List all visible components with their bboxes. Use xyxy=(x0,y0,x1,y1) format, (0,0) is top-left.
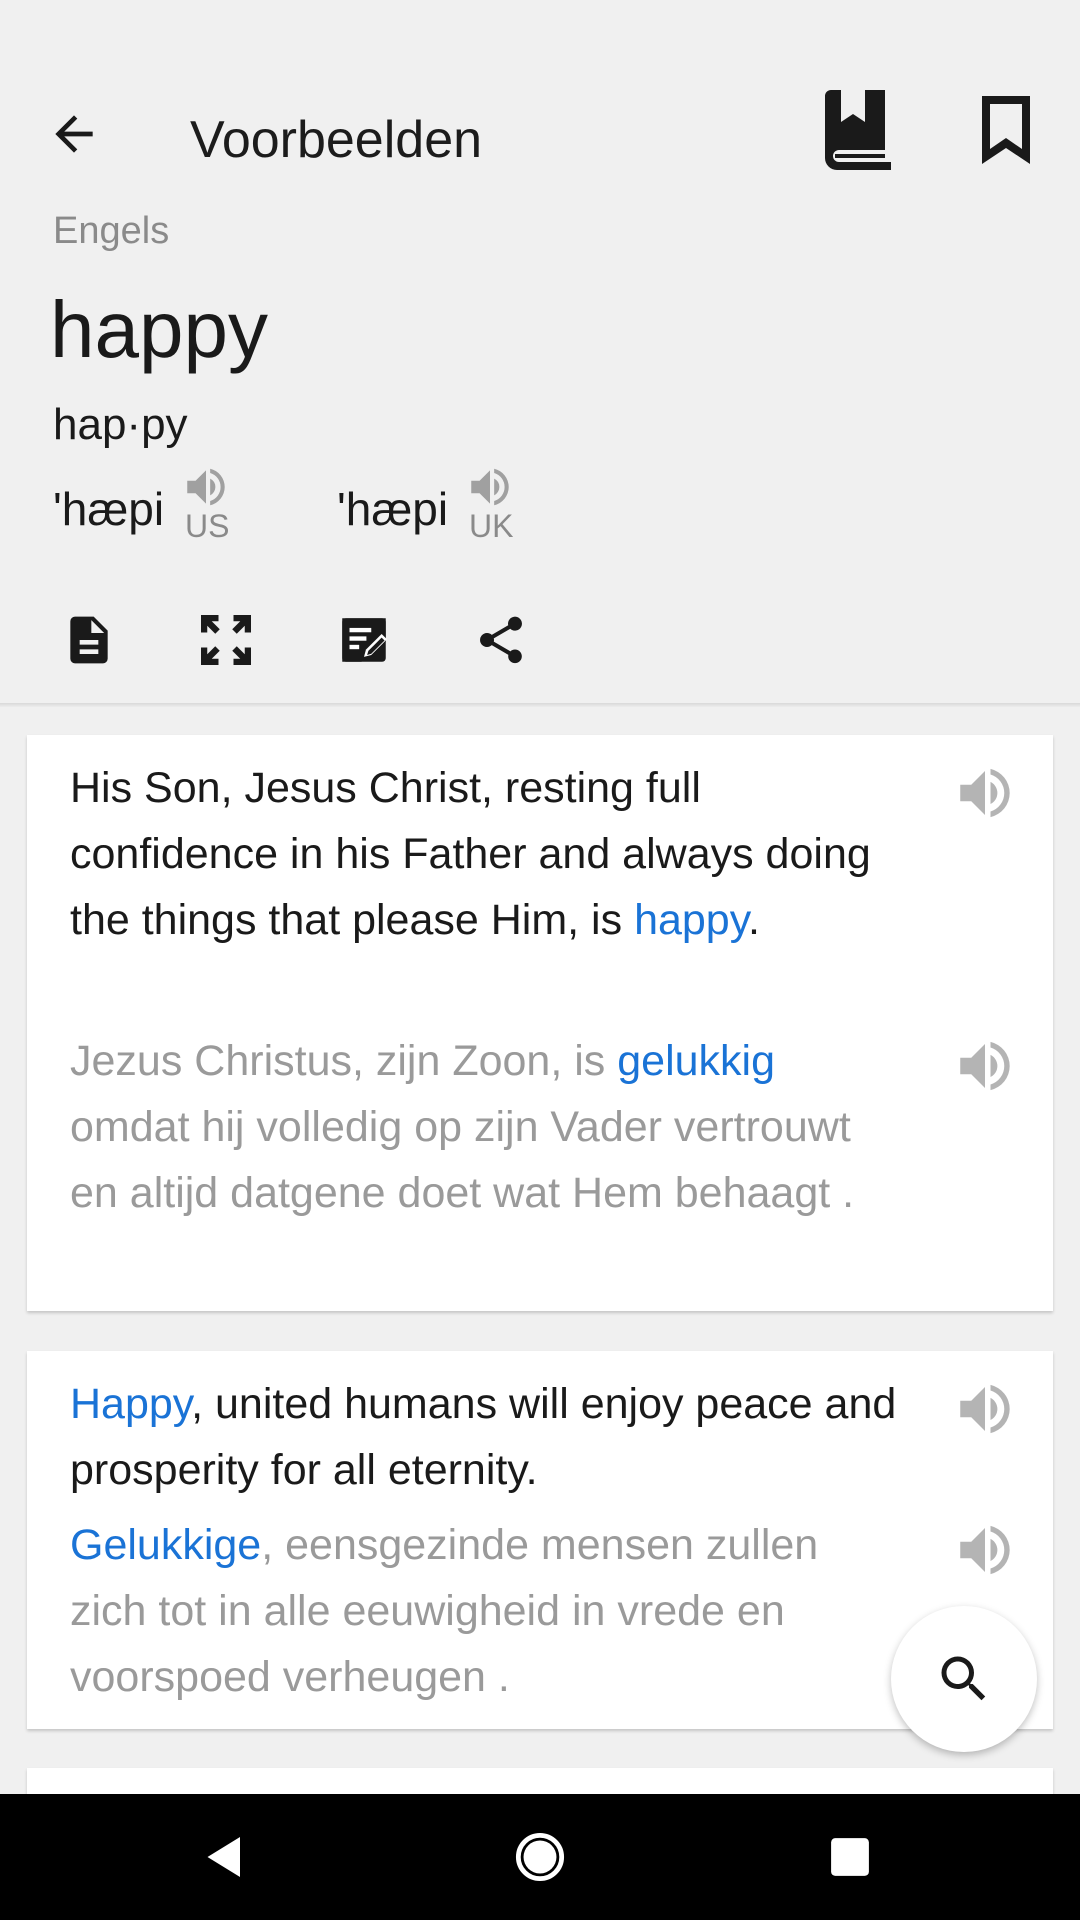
speaker-icon[interactable] xyxy=(181,462,231,512)
example-sentence: His Son, Jesus Christ, resting full conf… xyxy=(70,755,900,953)
edit-note-button[interactable] xyxy=(324,600,404,680)
arrow-left-icon xyxy=(55,115,93,153)
translation-sentence: Jezus Christus, zijn Zoon, is gelukkig o… xyxy=(70,1028,900,1226)
action-row xyxy=(0,600,1080,680)
back-button[interactable] xyxy=(26,86,122,182)
header-divider xyxy=(0,703,1080,707)
sentence-text: . xyxy=(748,896,760,944)
edit-note-icon xyxy=(342,618,387,662)
share-icon xyxy=(480,616,522,664)
dictionary-button[interactable] xyxy=(810,82,906,178)
region-label: US xyxy=(185,508,230,544)
speaker-icon[interactable] xyxy=(952,1033,1018,1099)
nav-back-icon xyxy=(207,1837,240,1877)
syllabification: hap·py xyxy=(53,400,188,449)
sentence-text: Jezus Christus, zijn Zoon, is xyxy=(70,1037,618,1085)
search-button[interactable] xyxy=(891,1606,1037,1752)
highlighted-term: Happy xyxy=(70,1380,192,1428)
screen: Voorbeelden Engels happy hap·py 'hæpi US… xyxy=(0,0,1080,1920)
nav-recents-icon xyxy=(831,1838,869,1876)
page-title: Voorbeelden xyxy=(190,111,483,169)
details-button[interactable] xyxy=(49,600,129,680)
speaker-icon[interactable] xyxy=(952,760,1018,826)
share-button[interactable] xyxy=(461,600,541,680)
highlighted-term: Gelukkige xyxy=(70,1521,262,1569)
nav-recents-button[interactable] xyxy=(805,1812,895,1902)
nav-back-button[interactable] xyxy=(180,1812,270,1902)
bookmark-button[interactable] xyxy=(958,82,1054,178)
speaker-icon[interactable] xyxy=(465,462,515,512)
book-icon xyxy=(825,90,891,170)
sentence-text: , united humans will enjoy peace and pro… xyxy=(70,1380,897,1494)
highlighted-term: happy xyxy=(634,896,749,944)
region-label: UK xyxy=(469,508,514,544)
headword: happy xyxy=(50,285,268,374)
nav-home-button[interactable] xyxy=(495,1812,585,1902)
highlighted-term: gelukkig xyxy=(617,1037,776,1085)
bookmark-icon xyxy=(982,96,1030,164)
navigation-bar xyxy=(0,1794,1080,1920)
toolbar: Voorbeelden xyxy=(0,72,1080,204)
pronunciation-text: 'hæpi xyxy=(337,483,449,535)
pronunciation-text: 'hæpi xyxy=(53,483,165,535)
status-bar xyxy=(0,0,1080,72)
translation-sentence: Gelukkige, eensgezinde mensen zullen zic… xyxy=(70,1512,900,1710)
search-icon xyxy=(941,1656,986,1701)
document-icon xyxy=(70,616,108,664)
nav-home-icon xyxy=(515,1832,565,1882)
fullscreen-button[interactable] xyxy=(186,600,266,680)
fullscreen-icon xyxy=(201,615,251,665)
example-sentence: Happy, united humans will enjoy peace an… xyxy=(70,1371,900,1503)
language-label: Engels xyxy=(53,210,170,252)
sentence-text: omdat hij volledig op zijn Vader vertrou… xyxy=(70,1103,855,1217)
example-card[interactable]: His Son, Jesus Christ, resting full conf… xyxy=(27,735,1053,1311)
speaker-icon[interactable] xyxy=(952,1376,1018,1442)
speaker-icon[interactable] xyxy=(952,1517,1018,1583)
